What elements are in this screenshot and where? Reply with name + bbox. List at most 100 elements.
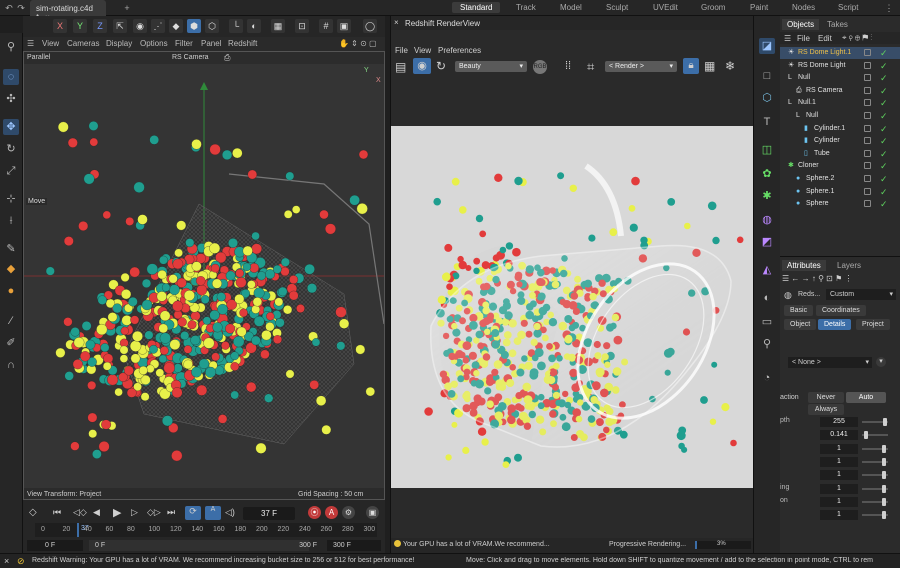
camera-icon[interactable]: ⎙ — [224, 53, 230, 63]
slider-knob[interactable] — [881, 484, 886, 493]
cube-object-icon[interactable]: ⬡ — [759, 90, 775, 106]
tab-attributes[interactable]: Attributes — [782, 260, 826, 271]
tweak-icon[interactable]: ✣ — [3, 91, 19, 107]
move-tool-icon[interactable]: ✥ — [3, 119, 19, 135]
object-row[interactable]: ▮ Cylinder.1 ✓ — [780, 123, 900, 135]
action-never[interactable]: Never — [808, 392, 844, 403]
go-start-icon[interactable]: ⏮ — [53, 507, 61, 518]
attribute-slider[interactable] — [862, 497, 888, 506]
polygons-mode-icon[interactable]: ⬢ — [187, 19, 201, 33]
next-key-icon[interactable]: ◇▷ — [147, 507, 161, 518]
object-row[interactable]: ✱ Cloner ✓ — [780, 160, 900, 172]
none-select[interactable]: < None > ▾ — [788, 357, 872, 368]
playback-settings-icon[interactable]: ▣ — [366, 506, 379, 519]
snowflake-icon[interactable]: ❄ — [725, 59, 735, 73]
min-frame-field[interactable]: 0 F — [89, 540, 309, 551]
fps-icon[interactable]: A — [205, 506, 221, 520]
menu-redshift[interactable]: Redshift — [228, 39, 257, 48]
slider-knob[interactable] — [882, 418, 887, 426]
field-icon[interactable]: ◩ — [759, 234, 775, 250]
enabled-check-icon[interactable]: ✓ — [880, 148, 888, 160]
max-frame-field[interactable]: 300 F — [277, 540, 317, 551]
next-frame-icon[interactable]: ▷ — [131, 507, 138, 518]
spline-pen-icon[interactable]: ✎ — [3, 241, 19, 257]
layer-tag-icon[interactable] — [864, 49, 871, 56]
coordinate-system-icon[interactable]: ⇱ — [113, 19, 127, 33]
menu-cameras[interactable]: Cameras — [67, 39, 99, 48]
enabled-check-icon[interactable]: ✓ — [880, 60, 888, 72]
object-row[interactable]: ⎙ RS Camera ✓ — [780, 85, 900, 97]
slider-knob[interactable] — [881, 497, 886, 506]
attribute-value-field[interactable]: 1 — [820, 456, 858, 467]
layout-groom[interactable]: Groom — [701, 3, 725, 12]
attribute-slider[interactable] — [862, 418, 888, 426]
object-row[interactable]: ● Sphere.1 ✓ — [780, 186, 900, 198]
workplane-icon[interactable]: ⊡ — [295, 19, 309, 33]
slider-knob[interactable] — [881, 444, 886, 453]
objects-menu-edit[interactable]: Edit — [818, 34, 832, 43]
viewport-menu-icon[interactable]: ☰ — [27, 39, 34, 48]
object-row[interactable]: ● Sphere.2 ✓ — [780, 173, 900, 185]
object-row[interactable]: L Null ✓ — [780, 110, 900, 122]
key-settings-icon[interactable]: ⚙ — [342, 506, 355, 519]
layout-track[interactable]: Track — [516, 3, 536, 12]
deformer-icon[interactable]: ◍ — [759, 212, 775, 228]
layout-uvedit[interactable]: UVEdit — [653, 3, 678, 12]
attribute-slider[interactable] — [862, 457, 888, 466]
enabled-check-icon[interactable]: ✓ — [880, 186, 888, 198]
layer-tag-icon[interactable] — [864, 149, 871, 157]
attribute-value-field[interactable]: 1 — [820, 496, 858, 507]
new-tab-icon[interactable]: + — [122, 3, 132, 13]
layer-tag-icon[interactable] — [864, 162, 871, 170]
axis-y-button[interactable]: Y — [73, 19, 87, 33]
redo-icon[interactable]: ↷ — [16, 3, 26, 13]
tab-objects[interactable]: Objects — [782, 19, 820, 30]
render-image[interactable] — [391, 126, 753, 488]
attribute-value-field[interactable]: 1 — [820, 510, 858, 521]
script-icon[interactable]: ◔ — [759, 370, 775, 386]
layout-model[interactable]: Model — [560, 3, 582, 12]
viewport-nav-icons[interactable]: ✋ ⇕ ⊙ ▢ — [339, 39, 377, 48]
layer-tag-icon[interactable] — [864, 86, 871, 94]
axis-mode-icon[interactable]: └ — [229, 19, 243, 33]
start-frame-field[interactable]: 0 F — [27, 540, 83, 551]
object-row[interactable]: ▮ Cylinder ✓ — [780, 135, 900, 147]
menu-view[interactable]: View — [42, 39, 59, 48]
model-mode-icon[interactable]: ◉ — [133, 19, 147, 33]
timeline-ruler[interactable]: 37 0 20 40 60 80 100 120 140 160 180 200 220 240 260 2… — [35, 523, 377, 537]
attribute-slider[interactable] — [862, 471, 888, 480]
object-row[interactable]: ☀ RS Dome Light ✓ — [780, 60, 900, 72]
objects-manager-icon[interactable]: ◪ — [759, 38, 775, 54]
enabled-check-icon[interactable]: ✓ — [880, 97, 888, 109]
points-mode-icon[interactable]: ⋰ — [151, 19, 165, 33]
refresh-icon[interactable]: ↻ — [436, 59, 446, 73]
paint-icon[interactable]: ◆ — [3, 261, 19, 277]
attribute-value-field[interactable]: 1 — [820, 483, 858, 494]
layout-paint[interactable]: Paint — [750, 3, 768, 12]
rv-menu-preferences[interactable]: Preferences — [438, 46, 481, 55]
enabled-check-icon[interactable]: ✓ — [880, 198, 888, 210]
layout-standard[interactable]: Standard — [452, 2, 501, 13]
snap-icon[interactable]: ◐ — [247, 19, 261, 33]
tab-project[interactable]: Project — [856, 319, 890, 330]
transform-icon[interactable]: ⊹ — [3, 191, 19, 207]
clapper-icon[interactable]: ▤ — [395, 60, 406, 74]
layer-tag-icon[interactable] — [864, 74, 871, 82]
attribute-value-field[interactable]: 255 — [820, 417, 858, 427]
uv-mode-icon[interactable]: ⬡ — [205, 19, 219, 33]
enabled-check-icon[interactable]: ✓ — [880, 123, 888, 135]
pen-icon[interactable]: ✐ — [3, 335, 19, 351]
live-selection-icon[interactable]: ◌ — [3, 69, 19, 85]
attribute-slider[interactable] — [862, 484, 888, 493]
loop-icon[interactable]: ⟳ — [185, 506, 201, 520]
objects-menu-file[interactable]: File — [797, 34, 810, 43]
end-frame-field[interactable]: 300 F — [327, 540, 381, 551]
enabled-check-icon[interactable]: ✓ — [880, 47, 888, 59]
spline-icon[interactable]: ◭ — [759, 262, 775, 278]
edges-mode-icon[interactable]: ◆ — [169, 19, 183, 33]
object-row[interactable]: L Null ✓ — [780, 72, 900, 84]
enabled-check-icon[interactable]: ✓ — [880, 160, 888, 172]
render-start-icon[interactable]: ◉ — [413, 58, 431, 74]
prev-frame-icon[interactable]: ◀ — [93, 507, 100, 518]
mograph-icon[interactable]: ✿ — [759, 166, 775, 182]
